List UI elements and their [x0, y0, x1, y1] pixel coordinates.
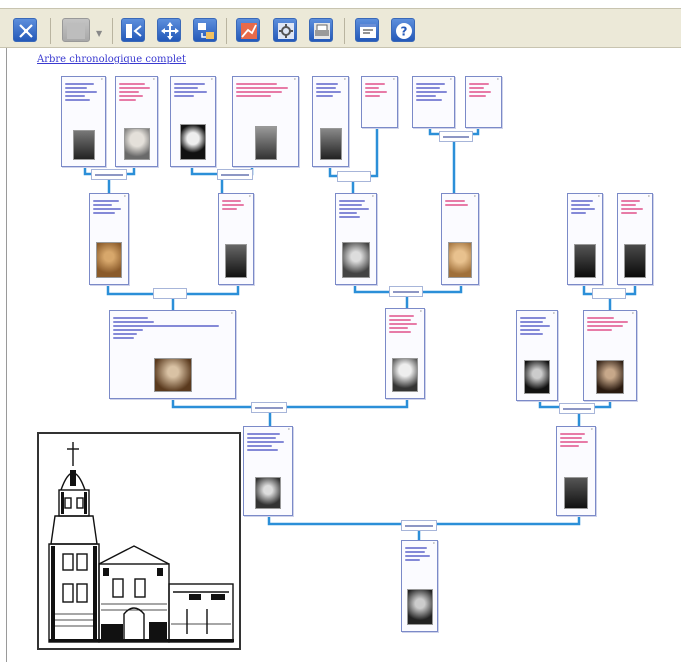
toolbar: ▼ ?	[0, 8, 681, 48]
person-card[interactable]: °	[335, 193, 377, 285]
person-card[interactable]: °	[465, 76, 502, 128]
portrait-photo	[72, 130, 95, 160]
portrait-photo	[406, 589, 433, 625]
window-icon	[360, 24, 376, 38]
person-card[interactable]: °	[89, 193, 129, 285]
dropdown-arrow-icon[interactable]: ▼	[96, 29, 102, 38]
help-button[interactable]: ?	[391, 18, 415, 42]
person-card[interactable]: °	[115, 76, 158, 167]
marriage-date-box[interactable]	[592, 288, 626, 299]
marriage-date-box[interactable]	[91, 169, 127, 180]
chart-icon	[241, 23, 257, 39]
person-card[interactable]: °	[556, 426, 596, 516]
help-icon: ?	[396, 23, 412, 39]
person-card[interactable]: °	[61, 76, 106, 167]
marriage-date-box[interactable]	[337, 171, 371, 182]
swap-icon	[198, 23, 214, 39]
portrait-photo	[564, 477, 588, 509]
person-card[interactable]: °	[232, 76, 299, 167]
tools-icon	[19, 24, 33, 38]
move-button[interactable]	[157, 18, 181, 42]
tree-canvas[interactable]: Arbre chronologique complet ° ° ° ° ° ° …	[6, 48, 681, 662]
tree-left-icon	[126, 24, 142, 38]
toolbar-separator	[344, 18, 345, 44]
marriage-date-box[interactable]	[251, 402, 287, 413]
portrait-photo	[319, 128, 342, 160]
portrait-photo	[448, 242, 472, 278]
portrait-photo	[392, 358, 418, 392]
portrait-photo	[255, 477, 281, 509]
marriage-date-box[interactable]	[153, 288, 187, 299]
marriage-date-box[interactable]	[217, 169, 253, 180]
svg-text:?: ?	[401, 25, 408, 39]
marriage-date-box[interactable]	[389, 286, 423, 297]
tools-button[interactable]	[13, 18, 37, 42]
print-icon	[314, 23, 330, 39]
person-card[interactable]: °	[583, 310, 637, 401]
portrait-photo	[96, 242, 122, 278]
settings-button[interactable]	[273, 18, 297, 42]
marriage-date-box[interactable]	[559, 403, 595, 414]
portrait-photo	[574, 244, 596, 278]
person-card[interactable]: °	[218, 193, 254, 285]
person-card[interactable]: °	[109, 310, 236, 399]
tree-left-button[interactable]	[121, 18, 145, 42]
chart-button[interactable]	[236, 18, 260, 42]
print-button[interactable]	[309, 18, 333, 42]
portrait-photo	[254, 126, 277, 160]
toolbar-separator	[226, 18, 227, 44]
move-icon	[161, 22, 179, 40]
person-card[interactable]: °	[567, 193, 603, 285]
marriage-date-box[interactable]	[439, 131, 473, 142]
portrait-photo	[624, 244, 646, 278]
blank-button	[62, 18, 90, 42]
toolbar-separator	[50, 18, 51, 44]
marriage-date-box[interactable]	[401, 520, 437, 531]
portrait-photo	[596, 360, 624, 394]
settings-icon	[278, 23, 294, 39]
church-sketch-image	[37, 432, 241, 650]
portrait-photo	[342, 242, 370, 278]
toolbar-separator	[112, 18, 113, 44]
church-drawing	[48, 442, 234, 643]
portrait-photo	[123, 128, 150, 160]
person-card[interactable]: °	[617, 193, 653, 285]
person-card[interactable]: °	[243, 426, 293, 516]
portrait-photo	[225, 244, 247, 278]
portrait-photo	[180, 124, 206, 160]
genealogy-app-window: ▼ ? Arbre chronologique complet ° ° ° ° …	[0, 0, 681, 668]
swap-button[interactable]	[193, 18, 217, 42]
blank-icon	[67, 23, 85, 39]
person-card[interactable]: °	[516, 310, 558, 401]
person-card[interactable]: °	[312, 76, 349, 167]
person-card[interactable]: °	[412, 76, 455, 128]
window-button[interactable]	[355, 18, 379, 42]
portrait-photo	[153, 358, 192, 392]
portrait-photo	[524, 360, 550, 394]
person-card[interactable]: °	[441, 193, 479, 285]
person-card[interactable]: °	[361, 76, 398, 128]
person-card[interactable]: °	[385, 308, 425, 399]
person-card[interactable]: °	[170, 76, 216, 167]
person-card[interactable]: °	[401, 540, 438, 632]
